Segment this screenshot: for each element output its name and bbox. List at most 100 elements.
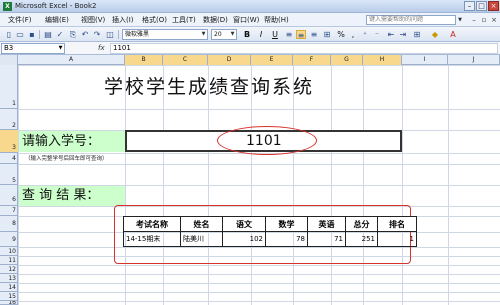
- help-search-input[interactable]: 键入需要帮助的问题: [366, 15, 456, 25]
- increase-indent-icon[interactable]: ⇥: [398, 30, 408, 39]
- undo-icon[interactable]: ↶: [80, 30, 90, 39]
- results-header-cell[interactable]: 总分: [345, 216, 378, 232]
- row-header[interactable]: 11: [0, 256, 18, 265]
- results-header-cell[interactable]: 语文: [222, 216, 266, 232]
- student-id-label: 请输入学号：: [19, 131, 125, 152]
- results-header-row: 考试名称 姓名 语文 数学 英语 总分 排名: [123, 216, 417, 232]
- comma-style-button[interactable]: ,: [348, 30, 358, 39]
- row-header[interactable]: 15: [0, 292, 18, 301]
- chevron-down-icon[interactable]: ▼: [57, 44, 64, 53]
- table-cell[interactable]: 71: [307, 231, 346, 247]
- column-header[interactable]: H: [363, 55, 402, 65]
- increase-decimal-icon[interactable]: ⁺: [360, 30, 370, 39]
- row-header[interactable]: 6: [0, 185, 18, 206]
- font-name-value: 微软雅黑: [125, 31, 150, 38]
- table-cell[interactable]: 251: [345, 231, 378, 247]
- results-header-cell[interactable]: 考试名称: [123, 216, 181, 232]
- row-header[interactable]: 4: [0, 153, 18, 164]
- print-icon[interactable]: ▤: [43, 30, 53, 39]
- table-cell[interactable]: 14-15期末: [123, 231, 181, 247]
- open-folder-icon[interactable]: ▭: [15, 30, 25, 39]
- help-dropdown-icon[interactable]: ▼: [456, 15, 464, 25]
- worksheet-grid[interactable]: [18, 65, 500, 305]
- menu-window[interactable]: 窗口(W): [233, 15, 259, 25]
- underline-button[interactable]: U: [270, 30, 280, 39]
- chevron-down-icon[interactable]: ▼: [229, 30, 236, 39]
- row-header[interactable]: 9: [0, 232, 18, 247]
- decrease-indent-icon[interactable]: ⇤: [386, 30, 396, 39]
- maximize-button[interactable]: □: [476, 1, 487, 11]
- menu-file[interactable]: 文件(F): [8, 15, 32, 25]
- doc-minimize-button[interactable]: –: [470, 16, 478, 24]
- bold-button[interactable]: B: [242, 30, 252, 39]
- row-header[interactable]: 8: [0, 216, 18, 232]
- highlight-ellipse: [217, 126, 317, 155]
- minimize-button[interactable]: –: [464, 1, 475, 11]
- decrease-decimal-icon[interactable]: ⁻: [372, 30, 382, 39]
- italic-button[interactable]: I: [256, 30, 266, 39]
- table-cell[interactable]: 102: [222, 231, 266, 247]
- font-color-icon[interactable]: A: [448, 30, 458, 39]
- select-all-corner[interactable]: [0, 55, 18, 65]
- input-hint: （输入完整学号后回车即可查询）: [25, 156, 108, 162]
- font-name-select[interactable]: 微软雅黑 ▼: [122, 29, 208, 40]
- results-header-cell[interactable]: 英语: [307, 216, 346, 232]
- save-icon[interactable]: ▪: [27, 30, 37, 39]
- row-header[interactable]: 10: [0, 247, 18, 256]
- formula-input[interactable]: 1101: [110, 43, 498, 54]
- row-header[interactable]: 7: [0, 206, 18, 216]
- copy-icon[interactable]: ⎘: [68, 30, 78, 39]
- align-right-icon[interactable]: ≡: [309, 30, 319, 39]
- row-header[interactable]: 1: [0, 65, 18, 109]
- table-cell[interactable]: 陆美川: [180, 231, 223, 247]
- row-header[interactable]: 13: [0, 274, 18, 283]
- fill-color-icon[interactable]: ◆: [430, 30, 440, 39]
- column-header[interactable]: B: [125, 55, 163, 65]
- align-center-icon[interactable]: ≡: [296, 30, 306, 40]
- menu-edit[interactable]: 编辑(E): [45, 15, 69, 25]
- row-header[interactable]: 2: [0, 109, 18, 130]
- menu-tools[interactable]: 工具(T): [172, 15, 196, 25]
- row-header[interactable]: 3: [0, 130, 18, 153]
- column-header[interactable]: I: [402, 55, 448, 65]
- row-header[interactable]: 16: [0, 301, 18, 305]
- row-header[interactable]: 5: [0, 164, 18, 185]
- results-header-cell[interactable]: 数学: [265, 216, 308, 232]
- column-header[interactable]: C: [163, 55, 208, 65]
- chart-wizard-icon[interactable]: ◫: [105, 30, 115, 39]
- name-box[interactable]: B3 ▼: [1, 43, 65, 54]
- table-cell[interactable]: 78: [265, 231, 308, 247]
- close-button[interactable]: ×: [488, 1, 499, 11]
- row-header[interactable]: 14: [0, 283, 18, 292]
- menu-bar: 文件(F) 编辑(E) 视图(V) 插入(I) 格式(O) 工具(T) 数据(D…: [0, 13, 500, 27]
- toolbar-divider: [39, 30, 40, 39]
- spelling-icon[interactable]: ✓: [55, 30, 65, 39]
- doc-close-button[interactable]: ×: [490, 16, 498, 24]
- column-header[interactable]: A: [18, 55, 125, 65]
- chevron-down-icon[interactable]: ▼: [200, 30, 207, 39]
- insert-function-button[interactable]: fx: [98, 44, 105, 53]
- redo-icon[interactable]: ↷: [92, 30, 102, 39]
- column-header[interactable]: E: [251, 55, 293, 65]
- results-header-cell[interactable]: 排名: [377, 216, 417, 232]
- column-headers: A B C D E F G H I J: [0, 55, 500, 65]
- borders-icon[interactable]: ⊞: [412, 30, 422, 39]
- menu-data[interactable]: 数据(D): [203, 15, 228, 25]
- menu-insert[interactable]: 插入(I): [112, 15, 134, 25]
- font-size-select[interactable]: 20 ▼: [211, 29, 237, 40]
- table-cell[interactable]: 1: [377, 231, 417, 247]
- new-file-icon[interactable]: ▯: [4, 30, 14, 39]
- menu-format[interactable]: 格式(O): [142, 15, 167, 25]
- column-header[interactable]: F: [293, 55, 331, 65]
- row-header[interactable]: 12: [0, 265, 18, 274]
- doc-restore-button[interactable]: ▫: [480, 16, 488, 24]
- menu-help[interactable]: 帮助(H): [264, 15, 289, 25]
- column-header[interactable]: G: [331, 55, 363, 65]
- align-left-icon[interactable]: ≡: [284, 30, 294, 39]
- merge-center-icon[interactable]: ⊞: [322, 30, 332, 39]
- column-header[interactable]: D: [208, 55, 251, 65]
- results-header-cell[interactable]: 姓名: [180, 216, 223, 232]
- menu-view[interactable]: 视图(V): [81, 15, 105, 25]
- column-header[interactable]: J: [448, 55, 500, 65]
- percent-button[interactable]: %: [336, 30, 346, 39]
